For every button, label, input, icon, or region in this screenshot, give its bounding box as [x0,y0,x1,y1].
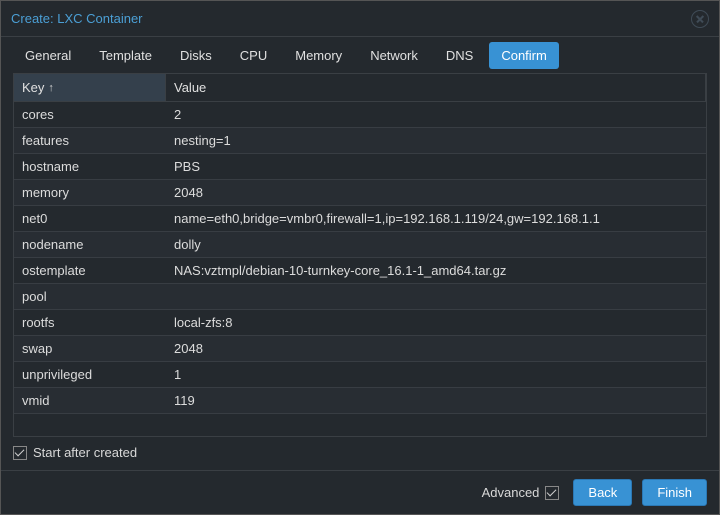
summary-grid: Key ↑ Value cores2featuresnesting=1hostn… [13,73,707,437]
column-header-key-label: Key [22,80,44,95]
start-after-checkbox[interactable] [13,446,27,460]
table-row[interactable]: cores2 [14,102,706,128]
sort-asc-icon: ↑ [48,82,54,94]
cell-key: net0 [14,206,166,231]
cell-key: memory [14,180,166,205]
tab-memory[interactable]: Memory [283,42,354,69]
table-row[interactable]: rootfslocal-zfs:8 [14,310,706,336]
dialog-body: Key ↑ Value cores2featuresnesting=1hostn… [1,73,719,470]
table-row[interactable]: swap2048 [14,336,706,362]
cell-key: pool [14,284,166,309]
cell-key: cores [14,102,166,127]
table-row[interactable]: ostemplateNAS:vztmpl/debian-10-turnkey-c… [14,258,706,284]
titlebar: Create: LXC Container [1,1,719,37]
start-after-label: Start after created [33,445,137,460]
cell-value: 119 [166,388,706,413]
advanced-option: Advanced [482,485,560,500]
cell-value [166,284,706,309]
table-row[interactable]: featuresnesting=1 [14,128,706,154]
table-row[interactable]: unprivileged1 [14,362,706,388]
cell-value: 1 [166,362,706,387]
close-icon[interactable] [691,10,709,28]
tab-cpu[interactable]: CPU [228,42,279,69]
cell-value: dolly [166,232,706,257]
dialog-footer: Advanced Back Finish [1,470,719,514]
tab-dns[interactable]: DNS [434,42,485,69]
tab-strip: GeneralTemplateDisksCPUMemoryNetworkDNSC… [1,37,719,73]
column-header-value[interactable]: Value [166,74,706,102]
tab-network[interactable]: Network [358,42,430,69]
cell-value: name=eth0,bridge=vmbr0,firewall=1,ip=192… [166,206,706,231]
start-after-option: Start after created [13,445,707,460]
cell-value: 2 [166,102,706,127]
cell-key: swap [14,336,166,361]
cell-key: hostname [14,154,166,179]
tab-confirm[interactable]: Confirm [489,42,559,69]
cell-key: rootfs [14,310,166,335]
cell-value: nesting=1 [166,128,706,153]
column-header-key[interactable]: Key ↑ [14,74,166,102]
cell-value: 2048 [166,180,706,205]
table-row[interactable]: memory2048 [14,180,706,206]
back-button[interactable]: Back [573,479,632,506]
cell-value: 2048 [166,336,706,361]
advanced-checkbox[interactable] [545,486,559,500]
finish-button[interactable]: Finish [642,479,707,506]
table-row[interactable]: net0name=eth0,bridge=vmbr0,firewall=1,ip… [14,206,706,232]
window-title: Create: LXC Container [11,11,691,26]
column-header-value-label: Value [174,80,206,95]
table-row[interactable]: hostnamePBS [14,154,706,180]
advanced-label: Advanced [482,485,540,500]
cell-key: unprivileged [14,362,166,387]
cell-key: vmid [14,388,166,413]
dialog-window: Create: LXC Container GeneralTemplateDis… [0,0,720,515]
grid-rows: cores2featuresnesting=1hostnamePBSmemory… [14,102,706,436]
tab-template[interactable]: Template [87,42,164,69]
tab-general[interactable]: General [13,42,83,69]
grid-header: Key ↑ Value [14,74,706,102]
tab-disks[interactable]: Disks [168,42,224,69]
cell-value: local-zfs:8 [166,310,706,335]
cell-key: features [14,128,166,153]
cell-key: ostemplate [14,258,166,283]
cell-value: PBS [166,154,706,179]
cell-value: NAS:vztmpl/debian-10-turnkey-core_16.1-1… [166,258,706,283]
table-row[interactable]: vmid119 [14,388,706,414]
table-row[interactable]: pool [14,284,706,310]
cell-key: nodename [14,232,166,257]
table-row[interactable]: nodenamedolly [14,232,706,258]
